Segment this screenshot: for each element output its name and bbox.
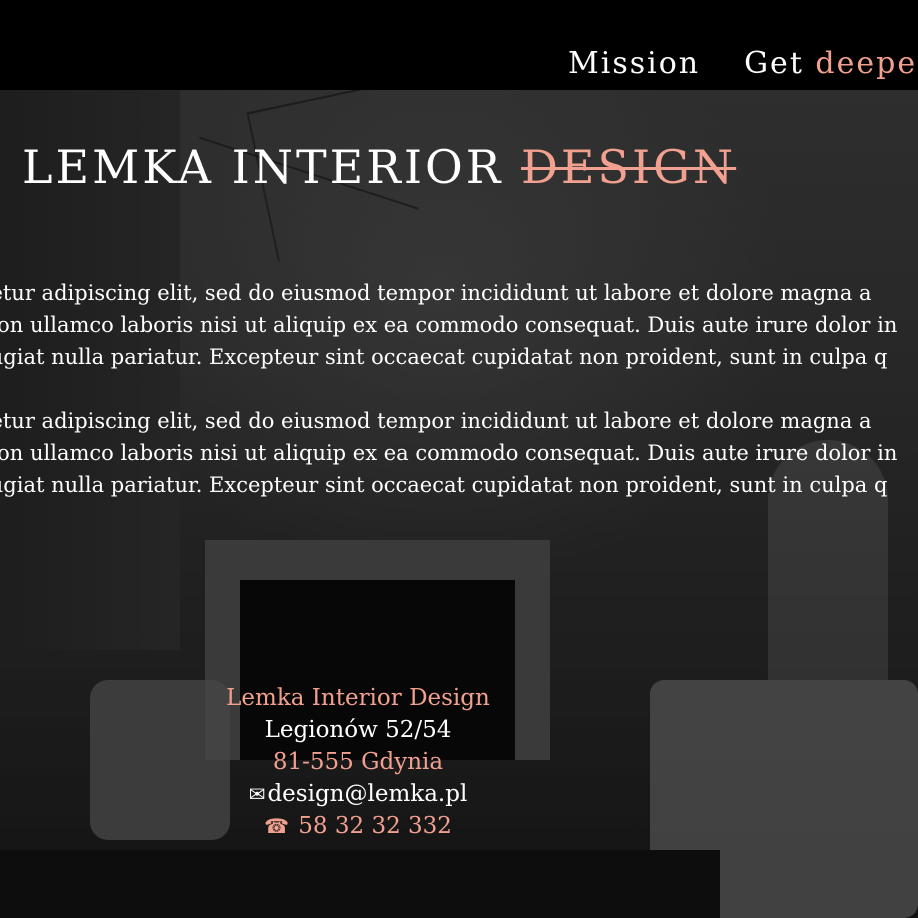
nav-item-get-deeper-prefix: Get [744,46,804,81]
contact-email[interactable]: ✉design@lemka.pl [208,778,508,810]
nav-item-get-deeper-accent: deeper [815,46,918,81]
contact-block: Lemka Interior Design Legionów 52/54 81-… [208,682,508,842]
phone-icon: ☎ [264,814,289,838]
paragraph-line: tion ullamco laboris nisi ut aliquip ex … [0,441,898,465]
contact-phone[interactable]: ☎ 58 32 32 332 [208,810,508,842]
page-title-main: LEMKA INTERIOR [22,140,504,194]
paragraph-line: tetur adipiscing elit, sed do eiusmod te… [0,409,872,433]
nav-item-get-deeper[interactable]: Get deeper [744,46,918,81]
paragraph-line: fugiat nulla pariatur. Excepteur sint oc… [0,473,888,497]
contact-company: Lemka Interior Design [226,685,490,711]
page-title-struck-word: DESIGN [521,140,737,194]
main-nav: Mission Get deeper [568,46,918,81]
envelope-icon: ✉ [248,782,266,806]
contact-phone-text[interactable]: 58 32 32 332 [298,813,452,839]
paragraph-line: fugiat nulla pariatur. Excepteur sint oc… [0,345,888,369]
paragraph: tetur adipiscing elit, sed do eiusmod te… [0,277,918,373]
paragraph-line: tion ullamco laboris nisi ut aliquip ex … [0,313,898,337]
contact-email-text[interactable]: design@lemka.pl [267,781,467,807]
contact-street: Legionów 52/54 [264,717,452,743]
nav-item-mission[interactable]: Mission [568,46,700,81]
contact-city: 81-555 Gdynia [272,749,444,775]
paragraph-line: tetur adipiscing elit, sed do eiusmod te… [0,281,872,305]
top-nav-bar: Mission Get deeper [0,0,918,90]
paragraph: tetur adipiscing elit, sed do eiusmod te… [0,405,918,501]
page-title: LEMKA INTERIOR DESIGN [22,140,736,194]
body-text: tetur adipiscing elit, sed do eiusmod te… [0,277,918,533]
